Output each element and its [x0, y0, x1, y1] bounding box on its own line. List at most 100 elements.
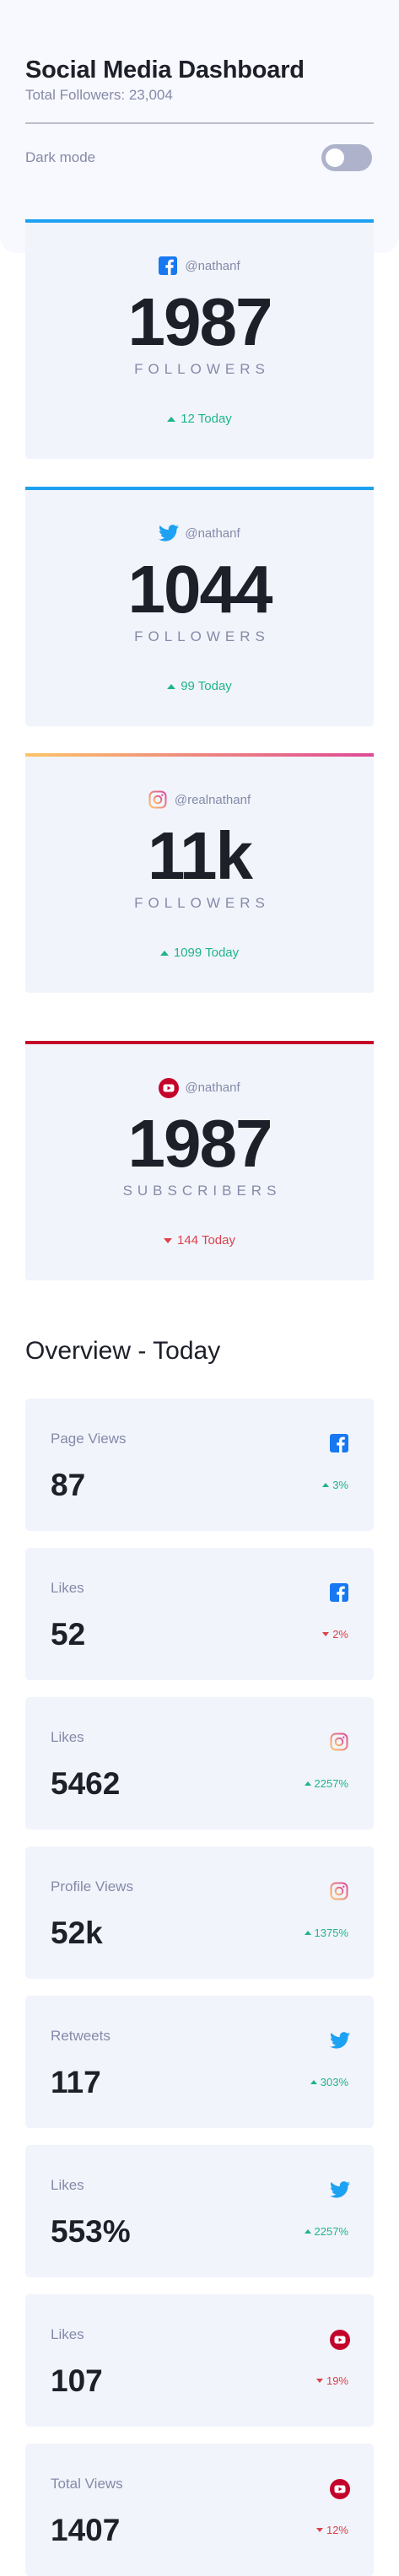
- facebook-icon: [330, 1434, 348, 1452]
- overview-label: Likes: [51, 1580, 84, 1596]
- overview-value: 5462: [51, 1766, 121, 1801]
- arrow-up-icon: [167, 416, 176, 422]
- overview-change-value: 2257%: [314, 1777, 348, 1790]
- toggle-knob: [326, 148, 344, 167]
- follower-card-facebook[interactable]: @nathanf 1987 FOLLOWERS 12 Today: [25, 219, 374, 459]
- card-handle-row: @realnathanf: [25, 790, 374, 809]
- twitter-icon: [330, 2180, 350, 2199]
- youtube-icon: [159, 1078, 180, 1098]
- follower-count: 1987: [127, 284, 273, 359]
- overview-value: 553%: [51, 2214, 131, 2249]
- today-change-value: 1099 Today: [173, 946, 240, 960]
- twitter-icon: [159, 524, 180, 542]
- overview-label: Likes: [51, 2177, 84, 2193]
- overview-label: Likes: [51, 1729, 84, 1745]
- arrow-up-icon: [159, 950, 169, 956]
- card-handle-row: @nathanf: [25, 524, 374, 542]
- overview-label: Page Views: [51, 1431, 127, 1447]
- overview-card[interactable]: Page Views 87 3%: [25, 1398, 374, 1531]
- card-handle: @realnathanf: [174, 792, 251, 807]
- count-label: FOLLOWERS: [134, 361, 270, 377]
- overview-label: Profile Views: [51, 1878, 133, 1894]
- overview-card[interactable]: Likes 5462 2257%: [25, 1697, 374, 1830]
- overview-change-value: 1375%: [314, 1927, 348, 1939]
- card-accent-bar: [25, 487, 374, 490]
- card-accent-bar: [25, 1041, 374, 1044]
- arrow-up-icon: [167, 683, 176, 689]
- overview-change-value: 303%: [320, 2076, 348, 2088]
- overview-value: 52: [51, 1617, 86, 1652]
- overview-card[interactable]: Likes 52 2%: [25, 1548, 374, 1680]
- facebook-icon: [330, 1583, 348, 1602]
- overview-value: 87: [51, 1468, 86, 1502]
- arrow-down-icon: [322, 1632, 330, 1636]
- overview-label: Retweets: [51, 2028, 111, 2044]
- instagram-icon: [330, 1882, 348, 1900]
- arrow-up-icon: [304, 1931, 311, 1935]
- card-accent-bar: [25, 753, 374, 757]
- instagram-icon: [148, 790, 167, 809]
- card-handle: @nathanf: [185, 258, 240, 273]
- follower-card-twitter[interactable]: @nathanf 1044 FOLLOWERS 99 Today: [25, 487, 374, 726]
- overview-label: Total Views: [51, 2476, 123, 2492]
- overview-change: 2257%: [304, 1777, 348, 1790]
- card-handle: @nathanf: [185, 1080, 240, 1095]
- page-title: Social Media Dashboard: [25, 57, 305, 84]
- today-change-value: 12 Today: [181, 412, 232, 426]
- subscriber-count: 1987: [127, 1106, 273, 1181]
- overview-change-value: 3%: [332, 1479, 348, 1491]
- arrow-down-icon: [164, 1237, 173, 1243]
- dark-mode-row: Dark mode: [25, 143, 374, 171]
- overview-change: 3%: [322, 1479, 348, 1491]
- overview-title: Overview - Today: [25, 1337, 221, 1365]
- card-handle-row: @nathanf: [25, 256, 374, 275]
- overview-label: Likes: [51, 2326, 84, 2342]
- overview-change-value: 2257%: [314, 2225, 348, 2238]
- overview-card[interactable]: Likes 107 19%: [25, 2294, 374, 2427]
- instagram-icon: [330, 1733, 348, 1751]
- overview-change: 19%: [315, 2374, 348, 2387]
- today-change-value: 144 Today: [177, 1233, 235, 1248]
- count-label: FOLLOWERS: [134, 895, 270, 911]
- overview-value: 107: [51, 2363, 103, 2398]
- header: Social Media Dashboard Total Followers: …: [25, 56, 374, 171]
- today-change: 12 Today: [25, 412, 374, 426]
- arrow-up-icon: [310, 2080, 317, 2084]
- overview-change-value: 12%: [326, 2524, 348, 2536]
- today-change: 1099 Today: [25, 946, 374, 960]
- count-label: SUBSCRIBERS: [122, 1183, 282, 1199]
- overview-change: 1375%: [304, 1927, 348, 1939]
- overview-change: 2%: [322, 1628, 348, 1641]
- dark-mode-label: Dark mode: [25, 148, 96, 165]
- follower-count: 1044: [127, 552, 273, 627]
- arrow-down-icon: [315, 2528, 323, 2532]
- overview-change-value: 19%: [326, 2374, 348, 2387]
- overview-card[interactable]: Profile Views 52k 1375%: [25, 1846, 374, 1979]
- youtube-icon: [330, 2330, 350, 2350]
- dark-mode-toggle[interactable]: [321, 143, 372, 171]
- today-change-value: 99 Today: [181, 679, 232, 693]
- twitter-icon: [330, 2031, 350, 2050]
- arrow-down-icon: [315, 2379, 323, 2383]
- follower-card-instagram[interactable]: @realnathanf 11k FOLLOWERS 1099 Today: [25, 753, 374, 993]
- overview-card[interactable]: Retweets 117 303%: [25, 1996, 374, 2128]
- overview-change: 12%: [315, 2524, 348, 2536]
- card-handle-row: @nathanf: [25, 1078, 374, 1098]
- youtube-icon: [330, 2479, 350, 2499]
- today-change: 144 Today: [25, 1233, 374, 1248]
- overview-card[interactable]: Likes 553% 2257%: [25, 2145, 374, 2277]
- overview-value: 1407: [51, 2513, 121, 2547]
- arrow-up-icon: [304, 2229, 311, 2234]
- facebook-icon: [159, 256, 178, 275]
- follower-card-youtube[interactable]: @nathanf 1987 SUBSCRIBERS 144 Today: [25, 1041, 374, 1280]
- arrow-up-icon: [304, 1781, 311, 1786]
- count-label: FOLLOWERS: [134, 628, 270, 644]
- total-followers: Total Followers: 23,004: [25, 86, 173, 103]
- today-change: 99 Today: [25, 679, 374, 693]
- overview-card[interactable]: Total Views 1407 12%: [25, 2444, 374, 2576]
- card-accent-bar: [25, 219, 374, 223]
- overview-value: 52k: [51, 1916, 103, 1950]
- header-divider: [25, 121, 374, 124]
- overview-change-value: 2%: [332, 1628, 348, 1641]
- follower-count: 11k: [147, 818, 253, 893]
